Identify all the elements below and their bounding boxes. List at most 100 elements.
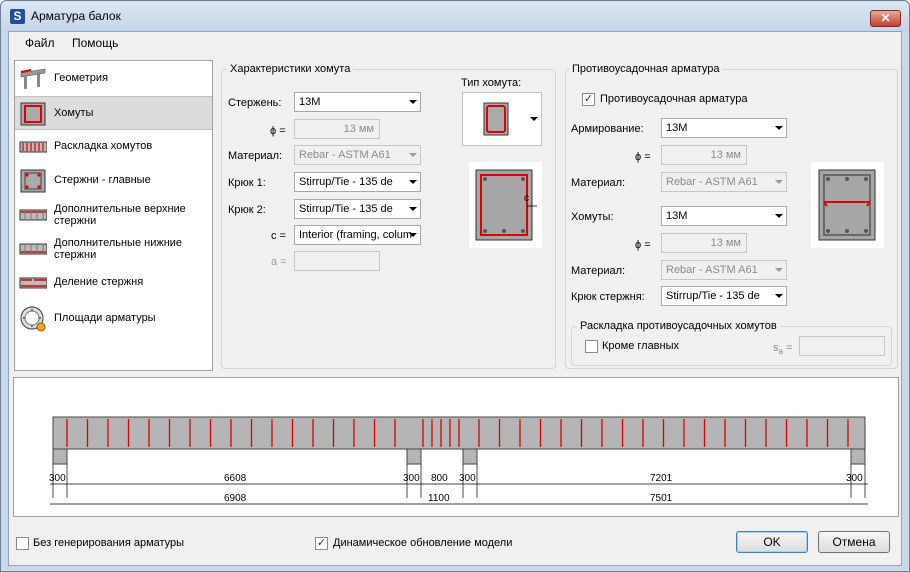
sa-subscript: a [778,347,783,357]
bar-select-value: 13M [299,96,321,108]
hook2-select-value: Stirrup/Tie - 135 de [299,203,393,215]
menu-help[interactable]: Помощь [72,36,118,50]
material-label: Материал: [228,150,283,162]
shrinkage-enable-label: Противоусадочная арматура [600,93,748,105]
phi1-label: ϕ = [635,151,651,163]
hook-select-value: Stirrup/Tie - 135 de [666,290,760,302]
material-select[interactable]: Rebar - ASTM A61 [294,145,421,165]
dim-label: 300 [846,473,863,484]
chevron-down-icon [409,100,417,104]
nav-item-stirrups[interactable]: Хомуты [15,96,212,130]
phi1-field[interactable]: 13 мм [661,145,747,165]
nav-item-rebar-area[interactable]: Площади арматуры [15,300,212,340]
stirrup-type-select[interactable] [462,92,542,146]
shrinkage-section-preview [811,162,884,248]
no-generation-checkbox[interactable] [16,537,29,550]
ok-button[interactable]: OK [736,531,808,553]
shrinkage-section-icon [818,169,876,241]
dim-label: 6908 [224,493,247,504]
a-label: a = [271,256,287,268]
nav-panel: Геометрия Хомуты Раскладка хомутов Стерж… [14,60,213,371]
phi-field[interactable]: 13 мм [294,119,380,139]
hook1-select-value: Stirrup/Tie - 135 de [299,176,393,188]
hook2-label: Крюк 2: [228,204,266,216]
top-bars-icon [19,209,47,221]
chevron-down-icon [530,117,538,121]
stirrup-section-preview: c [469,162,542,248]
chevron-down-icon [409,153,417,157]
sa-label: sa = [773,342,792,356]
material1-label: Материал: [571,177,626,189]
material2-select[interactable]: Rebar - ASTM A61 [661,260,787,280]
nav-label: Дополнительные нижние стержни [54,237,183,261]
closed-stirrup-icon [483,102,509,136]
sa-equals: = [786,342,793,354]
a-field[interactable] [294,251,380,271]
hook-select[interactable]: Stirrup/Tie - 135 de [661,286,787,306]
chevron-down-icon [775,180,783,184]
hook1-label: Крюк 1: [228,177,266,189]
nav-label: Дополнительные верхние стержни [54,203,186,227]
dim-label: 800 [431,473,448,484]
dialog-client: Файл Помощь Геометрия Хомуты Раскладка х… [8,31,902,566]
menu-bar: Файл Помощь [9,32,901,54]
section-c-label: c [524,193,529,204]
dialog-window: S Арматура балок ✕ Файл Помощь Геометрия [0,0,910,572]
bar-select[interactable]: 13M [294,92,421,112]
nav-item-bar-split[interactable]: Деление стержня [15,266,212,300]
title-bar[interactable]: S Арматура балок ✕ [1,1,909,31]
nav-label: Раскладка хомутов [54,140,153,152]
except-main-label: Кроме главных [602,340,680,352]
material2-select-value: Rebar - ASTM A61 [666,264,758,276]
stirrup-group-title: Характеристики хомута [227,63,354,75]
nav-item-stirrup-layout[interactable]: Раскладка хомутов [15,130,212,164]
chevron-down-icon [775,126,783,130]
chevron-down-icon [775,214,783,218]
rebar-area-icon [20,306,46,332]
nav-label: Деление стержня [54,276,144,288]
menu-file[interactable]: Файл [25,36,55,50]
shrinkage-enable-checkbox[interactable]: ✓ [582,93,595,106]
nav-item-geometry[interactable]: Геометрия [15,62,212,96]
stirrup-type-label: Тип хомута: [461,77,522,89]
dim-label: 1100 [428,493,450,504]
nav-label: Геометрия [54,72,109,84]
nav-label: Площади арматуры [54,312,156,324]
phi-label: ϕ = [270,125,286,137]
reinf-label: Армирование: [571,123,644,135]
c-label: c = [271,230,286,242]
stirrups-select[interactable]: 13M [661,206,787,226]
cover-select-value: Interior (framing, colum [299,229,413,241]
chevron-down-icon [775,294,783,298]
cancel-button[interactable]: Отмена [818,531,890,553]
no-generation-label: Без генерирования арматуры [33,537,185,549]
beam-section-icon [475,169,537,241]
reinf-select-value: 13M [666,122,688,134]
nav-item-bottom-bars[interactable]: Дополнительные нижние стержни [15,232,212,266]
hook2-select[interactable]: Stirrup/Tie - 135 de [294,199,421,219]
phi2-label: ϕ = [635,239,651,251]
beam-elevation-drawing: 300 6608 300 800 300 7201 300 6908 1100 … [49,416,868,505]
cover-select[interactable]: Interior (framing, colum [294,225,421,245]
material1-select[interactable]: Rebar - ASTM A61 [661,172,787,192]
chevron-down-icon [409,233,417,237]
nav-item-main-bars[interactable]: Стержни - главные [15,164,212,198]
stirrup-icon [20,102,46,126]
window-title: Арматура балок [31,9,121,23]
dim-label: 300 [49,473,66,484]
dim-label: 6608 [224,473,247,484]
hook1-select[interactable]: Stirrup/Tie - 135 de [294,172,421,192]
sa-field[interactable] [799,336,885,356]
hook-label: Крюк стержня: [571,291,645,303]
except-main-checkbox[interactable] [585,340,598,353]
nav-label: Хомуты [54,107,94,119]
bottom-bars-icon [19,243,47,255]
reinf-select[interactable]: 13M [661,118,787,138]
dynamic-update-checkbox[interactable]: ✓ [315,537,328,550]
phi2-field[interactable]: 13 мм [661,233,747,253]
stirrups-select-value: 13M [666,210,688,222]
nav-item-top-bars[interactable]: Дополнительные верхние стержни [15,198,212,232]
dim-label: 300 [459,473,476,484]
main-bars-icon [20,169,46,193]
close-button[interactable]: ✕ [870,10,901,27]
